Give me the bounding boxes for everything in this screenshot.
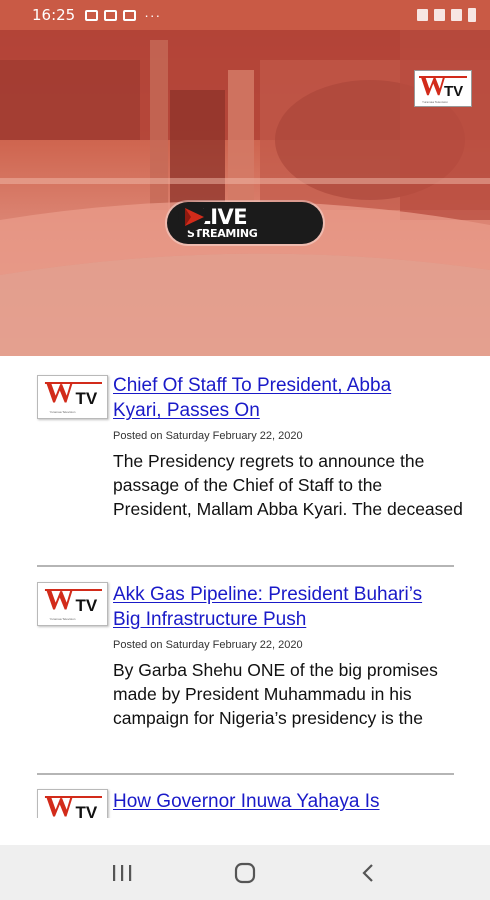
logo-bar (44, 382, 102, 384)
status-bar: 16:25 ··· (0, 0, 490, 30)
article-thumbnail[interactable]: W TV (37, 789, 108, 818)
article-title-line: Akk Gas Pipeline: President Buhari’s (113, 584, 423, 605)
logo-bar (44, 589, 102, 591)
logo-tagline: Yuramaa Television (49, 410, 76, 414)
live-stream-banner[interactable]: W TV Yuramaa Television LIVE STREAMING (0, 30, 490, 356)
mail-icon (123, 9, 137, 21)
article-title-line: Chief Of Staff To President, Abba (113, 375, 392, 396)
back-icon (362, 863, 374, 882)
article-excerpt: By Garba Shehu ONE of the big promises m… (113, 660, 438, 728)
article-thumbnail[interactable]: W TV Yuramaa Television (37, 375, 108, 419)
home-button[interactable] (220, 853, 270, 893)
logo-tv: TV (444, 82, 464, 100)
chat-icon (104, 9, 118, 21)
wifi-icon (434, 9, 445, 21)
logo-bar (419, 75, 467, 78)
article-title-link[interactable]: Chief Of Staff To President, Abba Kyari,… (113, 373, 490, 423)
article-thumbnail[interactable]: W TV Yuramaa Television (37, 582, 108, 626)
notification-icons (85, 9, 137, 21)
article-excerpt: The Presidency regrets to announce the p… (113, 451, 463, 519)
system-icons (417, 8, 476, 22)
logo-tv: TV (75, 803, 98, 818)
article-title-link[interactable]: How Governor Inuwa Yahaya Is (113, 789, 490, 814)
divider (37, 565, 454, 567)
logo-bar (44, 796, 102, 798)
article-title-link[interactable]: Akk Gas Pipeline: President Buhari’s Big… (113, 582, 490, 632)
logo-tagline: Yuramaa Television (422, 99, 448, 104)
article-title-line: Big Infrastructure Push (113, 609, 307, 630)
logo-tv: TV (75, 596, 98, 615)
alarm-icon (417, 9, 428, 21)
news-item[interactable]: W TV Yuramaa Television Akk Gas Pipeline… (0, 582, 490, 730)
logo-w: W (44, 790, 75, 818)
article-title-line: How Governor Inuwa Yahaya Is (113, 791, 380, 812)
signal-icon (451, 9, 462, 21)
news-item[interactable]: W TV Yuramaa Television Chief Of Staff T… (0, 373, 490, 521)
article-date: Posted on Saturday February 22, 2020 (113, 639, 303, 651)
play-icon (178, 203, 206, 231)
live-streaming-button[interactable]: LIVE STREAMING (167, 202, 323, 244)
home-icon (234, 862, 256, 883)
status-time: 16:25 (32, 6, 76, 24)
more-notifications: ··· (144, 7, 162, 23)
image-icon (85, 9, 99, 21)
wtv-logo: W TV Yuramaa Television (414, 70, 472, 107)
logo-tagline: Yuramaa Television (49, 617, 76, 621)
article-date: Posted on Saturday February 22, 2020 (113, 430, 303, 442)
article-title-line: Kyari, Passes On (113, 400, 260, 421)
recent-apps-icon (112, 864, 131, 881)
news-feed[interactable]: W TV Yuramaa Television Chief Of Staff T… (0, 356, 490, 818)
logo-tv: TV (75, 389, 98, 408)
recent-apps-button[interactable] (97, 853, 147, 893)
navigation-bar (0, 845, 490, 900)
back-button[interactable] (343, 853, 393, 893)
battery-icon (468, 8, 476, 22)
divider (37, 773, 454, 775)
news-item[interactable]: W TV How Governor Inuwa Yahaya Is (0, 789, 490, 818)
